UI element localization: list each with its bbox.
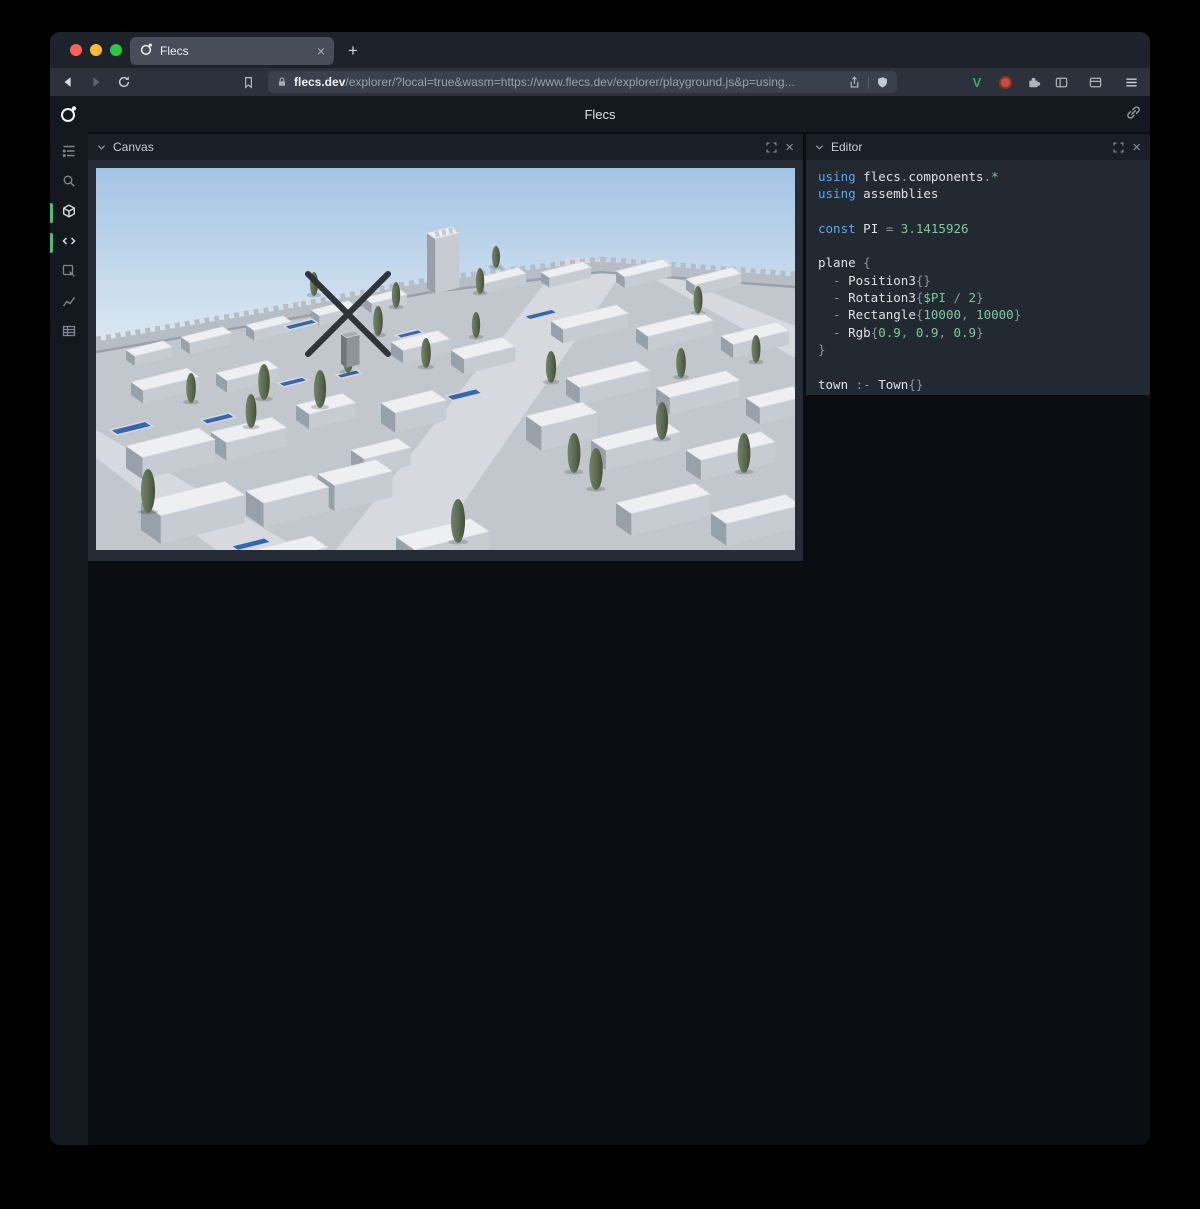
editor-panel: Editor × using flecs.components.*using a… [806, 134, 1150, 395]
tab-close-icon[interactable]: × [317, 44, 325, 58]
window-controls [70, 44, 122, 56]
tree-icon [61, 143, 77, 164]
sidebar-item-table[interactable] [50, 318, 88, 348]
url-text: flecs.dev/explorer/?local=true&wasm=http… [294, 75, 842, 89]
search-icon [61, 173, 77, 194]
window-zoom-button[interactable] [110, 44, 122, 56]
url-bar[interactable]: flecs.dev/explorer/?local=true&wasm=http… [268, 71, 897, 93]
flecs-logo-icon[interactable] [58, 104, 78, 129]
canvas-panel-header: Canvas × [88, 134, 803, 160]
new-tab-button[interactable]: + [340, 37, 366, 65]
browser-toolbar: flecs.dev/explorer/?local=true&wasm=http… [50, 68, 1150, 96]
canvas-panel: Canvas × [88, 134, 803, 561]
divider: | [867, 75, 870, 89]
inspect-icon [61, 263, 77, 284]
panel-title: Canvas [113, 140, 758, 154]
app-header: Flecs [50, 96, 1150, 132]
table-icon [61, 323, 77, 344]
sidebar-item-code[interactable] [50, 228, 88, 258]
panel-title: Editor [831, 140, 1105, 154]
sidebar-item-entities[interactable] [50, 198, 88, 228]
cube-icon [61, 203, 77, 224]
url-domain: flecs.dev [294, 75, 345, 89]
recorder-extension-icon[interactable] [994, 68, 1016, 96]
lock-icon [276, 76, 288, 88]
share-icon[interactable] [848, 76, 861, 89]
extensions-puzzle-icon[interactable] [1022, 68, 1044, 96]
page-title: Flecs [584, 107, 615, 122]
close-icon[interactable]: × [1132, 140, 1141, 155]
flecs-favicon-icon [139, 42, 153, 61]
editor-panel-header: Editor × [806, 134, 1150, 160]
back-button[interactable] [56, 68, 80, 96]
sidebar-item-tree[interactable] [50, 138, 88, 168]
code-editor[interactable]: using flecs.components.*using assemblies… [806, 160, 1150, 401]
chevron-down-icon[interactable] [97, 143, 106, 152]
url-path: /explorer/?local=true&wasm=https://www.f… [345, 75, 794, 89]
forward-button[interactable] [84, 68, 108, 96]
code-icon [61, 233, 77, 254]
sidebar-toggle-icon[interactable] [1050, 68, 1072, 96]
bookmark-icon[interactable] [236, 68, 260, 96]
canvas-body [88, 160, 803, 561]
vimium-extension-icon[interactable]: V [966, 68, 988, 96]
reload-button[interactable] [112, 68, 136, 96]
3d-canvas-viewport[interactable] [96, 168, 795, 550]
browser-tab[interactable]: Flecs × [130, 37, 334, 65]
chart-icon [61, 293, 77, 314]
explorer-content: Canvas × [50, 132, 1150, 1145]
tab-title: Flecs [160, 44, 310, 58]
browser-window: Flecs × + flecs.dev/explorer/?local=true… [50, 32, 1150, 1145]
tab-bar: Flecs × + [50, 32, 1150, 68]
sidebar-item-inspect[interactable] [50, 258, 88, 288]
menu-hamburger-icon[interactable] [1118, 68, 1144, 96]
share-link-icon[interactable] [1125, 104, 1142, 126]
chevron-down-icon[interactable] [815, 143, 824, 152]
expand-icon[interactable] [1112, 141, 1125, 154]
window-minimize-button[interactable] [90, 44, 102, 56]
sidebar-item-stats[interactable] [50, 288, 88, 318]
sidebar-item-search[interactable] [50, 168, 88, 198]
close-icon[interactable]: × [785, 140, 794, 155]
window-close-button[interactable] [70, 44, 82, 56]
sidebar-rail [50, 132, 88, 1145]
shield-icon[interactable] [876, 76, 889, 89]
collections-icon[interactable] [1084, 68, 1106, 96]
expand-icon[interactable] [765, 141, 778, 154]
